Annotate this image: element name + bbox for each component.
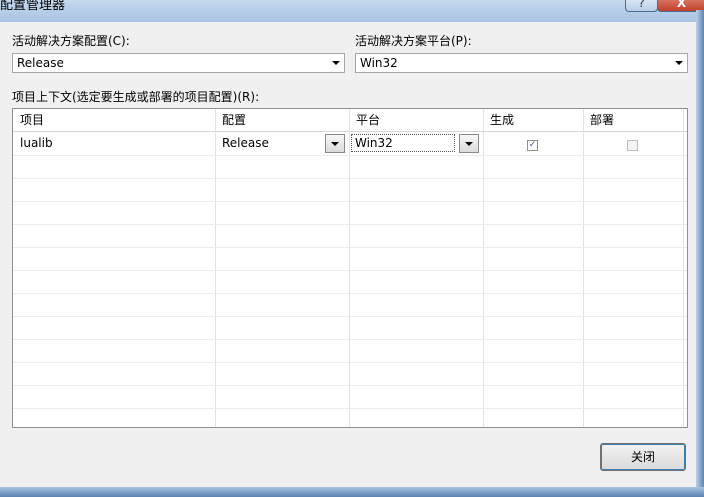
window-title: 配置管理器 (0, 0, 66, 13)
row-divider (13, 293, 687, 294)
row-divider (13, 178, 687, 179)
row-divider (13, 362, 687, 363)
row-divider (13, 155, 687, 156)
row-divider (13, 247, 687, 248)
window-frame-right (696, 10, 704, 488)
row-divider (13, 316, 687, 317)
row-platform-dropdown-button[interactable] (459, 134, 479, 153)
column-header-deploy[interactable]: 部署 (583, 109, 683, 131)
project-context-label: 项目上下文(选定要生成或部署的项目配置)(R): (12, 90, 260, 104)
project-name-cell[interactable]: lualib (13, 132, 215, 155)
row-divider (13, 339, 687, 340)
window-frame-bottom (0, 487, 704, 497)
column-header-config[interactable]: 配置 (215, 109, 349, 131)
chevron-down-icon (465, 142, 473, 146)
column-header-build[interactable]: 生成 (483, 109, 583, 131)
column-divider (683, 109, 684, 427)
row-platform-value: Win32 (351, 134, 455, 152)
active-config-label: 活动解决方案配置(C): (12, 34, 130, 48)
row-divider (13, 201, 687, 202)
row-deploy-cell (583, 132, 683, 155)
row-platform-select[interactable]: Win32 (349, 132, 483, 155)
active-platform-label: 活动解决方案平台(P): (355, 34, 472, 48)
close-button[interactable]: 关闭 (600, 443, 686, 471)
active-platform-value: Win32 (360, 56, 398, 70)
help-button[interactable]: ? (625, 0, 658, 12)
chevron-down-icon (675, 61, 683, 65)
row-divider (13, 385, 687, 386)
column-divider (215, 109, 216, 427)
row-build-cell: ✓ (483, 132, 583, 155)
column-header-platform[interactable]: 平台 (349, 109, 483, 131)
active-config-select[interactable]: Release (12, 53, 345, 73)
grid-header: 项目 配置 平台 生成 部署 (13, 109, 687, 132)
column-divider (583, 109, 584, 427)
row-divider (13, 270, 687, 271)
build-checkbox[interactable]: ✓ (527, 140, 538, 151)
deploy-checkbox (627, 140, 638, 151)
column-header-project[interactable]: 项目 (13, 109, 215, 131)
project-config-grid: 项目 配置 平台 生成 部署 lualib Release Win32 ✓ (12, 108, 688, 428)
dialog-body: 活动解决方案配置(C): Release 活动解决方案平台(P): Win32 … (0, 22, 696, 487)
title-bar: 配置管理器 ? X (0, 0, 704, 22)
column-divider (483, 109, 484, 427)
active-config-value: Release (17, 56, 64, 70)
checkmark-icon: ✓ (528, 140, 537, 150)
row-divider (13, 408, 687, 409)
row-divider (13, 224, 687, 225)
row-config-select[interactable]: Release (215, 132, 349, 155)
active-platform-select[interactable]: Win32 (355, 53, 688, 73)
column-divider (349, 109, 350, 427)
chevron-down-icon (332, 61, 340, 65)
row-config-value: Release (222, 136, 269, 150)
chevron-down-icon (331, 142, 339, 146)
row-config-dropdown-button[interactable] (325, 134, 345, 153)
